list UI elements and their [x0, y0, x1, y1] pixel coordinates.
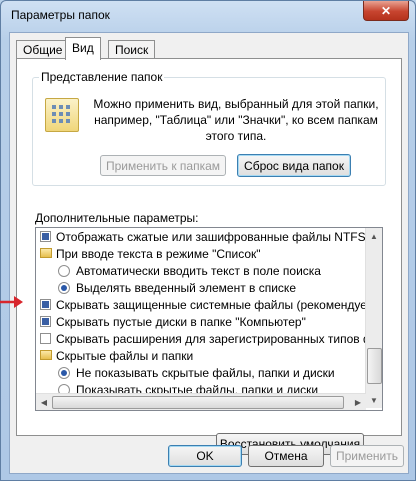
checkbox[interactable] — [40, 231, 51, 242]
list-item-label: Не показывать скрытые файлы, папки и дис… — [76, 366, 335, 380]
group-title: Представление папок — [39, 70, 165, 84]
radio-button[interactable] — [58, 265, 70, 277]
folder-icon — [40, 248, 52, 258]
folder-view-group: Представление папок Можно применить вид,… — [32, 70, 386, 186]
tab-label: Вид — [72, 41, 94, 55]
checkbox[interactable] — [40, 299, 51, 310]
scroll-thumb[interactable] — [367, 348, 382, 384]
list-item[interactable]: Скрывать защищенные системные файлы (рек… — [36, 296, 366, 314]
dialog-body: Общие Вид Поиск Представление папок Можн… — [9, 32, 409, 474]
list-item[interactable]: Скрывать пустые диски в папке "Компьютер… — [36, 313, 366, 331]
tab-search[interactable]: Поиск — [108, 40, 156, 59]
tab-general[interactable]: Общие — [16, 40, 70, 59]
radio-button[interactable] — [58, 282, 70, 294]
list-item: Скрытые файлы и папки — [36, 347, 366, 365]
list-item-label: Скрывать защищенные системные файлы (рек… — [56, 298, 366, 312]
close-button[interactable]: ✕ — [363, 1, 409, 21]
list-item-label: Выделять введенный элемент в списке — [76, 281, 296, 295]
list-item[interactable]: Автоматически вводить текст в поле поиск… — [36, 262, 366, 280]
advanced-settings-list[interactable]: Отображать сжатые или зашифрованные файл… — [35, 227, 383, 411]
window-title: Параметры папок — [11, 8, 110, 22]
vertical-scrollbar[interactable]: ▲ ▼ — [365, 228, 382, 408]
scroll-up-icon[interactable]: ▲ — [366, 228, 382, 244]
title-bar[interactable]: Параметры папок ✕ — [1, 1, 415, 31]
list-item: При вводе текста в режиме "Список" — [36, 245, 366, 263]
checkbox[interactable] — [40, 316, 51, 327]
folder-view-icon — [45, 98, 79, 132]
folder-view-description: Можно применить вид, выбранный для этой … — [93, 97, 379, 143]
list-item[interactable]: Отображать сжатые или зашифрованные файл… — [36, 228, 366, 246]
tab-label: Поиск — [115, 43, 149, 57]
apply-button[interactable]: Применить — [330, 445, 404, 467]
list-item[interactable]: Скрывать расширения для зарегистрированн… — [36, 330, 366, 348]
list-item[interactable]: Не показывать скрытые файлы, папки и дис… — [36, 364, 366, 382]
list-item-label: Автоматически вводить текст в поле поиск… — [76, 264, 321, 278]
folder-options-window: Параметры папок ✕ Общие Вид Поиск Предст… — [0, 0, 416, 481]
list-item-label: Скрывать пустые диски в папке "Компьютер… — [56, 315, 306, 329]
close-icon: ✕ — [380, 3, 392, 18]
advanced-settings-label: Дополнительные параметры: — [35, 211, 199, 225]
scroll-down-icon[interactable]: ▼ — [366, 392, 382, 408]
list-item-label: При вводе текста в режиме "Список" — [56, 247, 261, 261]
annotation-arrow-icon — [0, 296, 23, 308]
reset-folders-button[interactable]: Сброс вида папок — [237, 154, 351, 177]
tab-view[interactable]: Вид — [65, 37, 101, 60]
ok-button[interactable]: OK — [168, 445, 242, 467]
scroll-thumb[interactable] — [52, 396, 344, 409]
list-item-label: Отображать сжатые или зашифрованные файл… — [56, 230, 366, 244]
apply-to-folders-button[interactable]: Применить к папкам — [100, 155, 226, 176]
tab-label: Общие — [23, 43, 63, 57]
scroll-left-icon[interactable]: ◀ — [36, 394, 52, 410]
list-item-label: Скрывать расширения для зарегистрированн… — [56, 332, 366, 346]
scroll-right-icon[interactable]: ▶ — [350, 394, 366, 410]
folder-icon — [40, 350, 52, 360]
list-item[interactable]: Выделять введенный элемент в списке — [36, 279, 366, 297]
view-tab-page: Представление папок Можно применить вид,… — [16, 58, 402, 455]
cancel-button[interactable]: Отмена — [248, 445, 324, 467]
radio-button[interactable] — [58, 367, 70, 379]
horizontal-scrollbar[interactable]: ◀ ▶ — [36, 393, 366, 410]
list-item-label: Скрытые файлы и папки — [56, 349, 194, 363]
checkbox[interactable] — [40, 333, 51, 344]
